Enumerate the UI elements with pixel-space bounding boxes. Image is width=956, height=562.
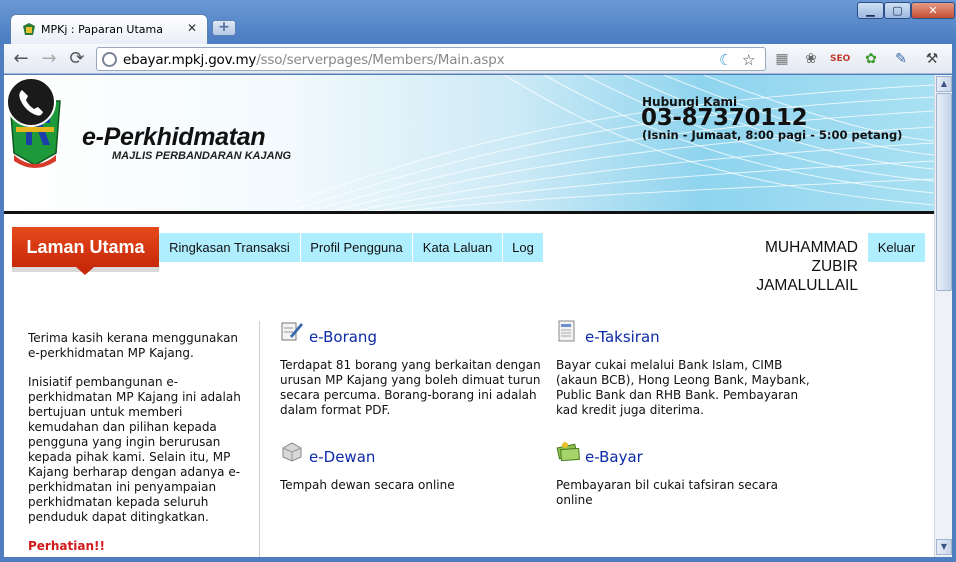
page-viewport: e-Perkhidmatan MAJLIS PERBANDARAN KAJANG… [4, 75, 934, 557]
browser-toolbar: ← → ⟳ ebayar.mpkj.gov.my/sso/serverpages… [4, 44, 952, 74]
nav-log[interactable]: Log [503, 233, 544, 262]
banner-divider [4, 211, 934, 214]
nav-home-pointer [76, 267, 94, 275]
e-taksiran-desc: Bayar cukai melalui Bank Islam, CIMB (ak… [556, 358, 810, 417]
logout-button[interactable]: Keluar [868, 233, 925, 262]
warning-label: Perhatian!! [28, 539, 105, 553]
url-text: ebayar.mpkj.gov.my/sso/serverpages/Membe… [123, 52, 505, 68]
eyedropper-icon[interactable]: ✎ [891, 49, 911, 69]
wrench-icon[interactable]: ⚒ [922, 49, 942, 69]
site-banner: e-Perkhidmatan MAJLIS PERBANDARAN KAJANG… [4, 75, 934, 213]
phone-icon [6, 77, 56, 127]
building-icon [282, 442, 302, 462]
nav-home[interactable]: Laman Utama [12, 227, 159, 267]
brand-subtitle: MAJLIS PERBANDARAN KAJANG [112, 150, 292, 162]
globe-icon [102, 52, 117, 67]
brand-title: e-Perkhidmatan [82, 123, 266, 151]
tab-close-icon[interactable]: ✕ [187, 21, 197, 35]
green-icon[interactable]: ✿ [861, 49, 881, 69]
form-pen-icon [281, 322, 303, 341]
intro-paragraph-1: Terima kasih kerana menggunakan e-perkhi… [28, 331, 239, 360]
e-bayar-link[interactable]: e-Bayar [585, 448, 643, 466]
browser-tab[interactable]: MPKj : Paparan Utama ✕ [10, 14, 208, 44]
column-divider [259, 321, 260, 557]
nav-kata-laluan[interactable]: Kata Laluan [413, 233, 503, 262]
moon-icon[interactable]: ☾ [719, 51, 732, 69]
contact-hours: (Isnin - Jumaat, 8:00 pagi - 5:00 petang… [642, 128, 903, 142]
e-borang-desc: Terdapat 81 borang yang berkaitan dengan… [280, 358, 541, 417]
scroll-down-arrow-icon[interactable]: ▼ [936, 539, 952, 555]
user-name: MUHAMMAD ZUBIR JAMALULLAIL [756, 239, 858, 294]
e-taksiran-link[interactable]: e-Taksiran [585, 328, 660, 346]
page-scrollbar[interactable]: ▲ ▼ [934, 75, 952, 557]
e-dewan-link[interactable]: e-Dewan [309, 448, 375, 466]
intro-text: Terima kasih kerana menggunakan e-perkhi… [28, 331, 242, 557]
scroll-up-arrow-icon[interactable]: ▲ [936, 76, 952, 92]
e-dewan-desc: Tempah dewan secara online [280, 478, 455, 492]
intro-paragraph-2: Inisiatif pembangunan e-perkhidmatan MP … [28, 375, 241, 524]
money-icon [556, 442, 580, 462]
maximize-button[interactable]: ▢ [884, 2, 911, 19]
close-window-button[interactable]: ✕ [911, 2, 955, 19]
seo-icon[interactable]: SEO [830, 49, 850, 69]
nav-ringkasan-transaksi[interactable]: Ringkasan Transaksi [159, 233, 301, 262]
site-favicon-icon [23, 23, 35, 35]
back-button[interactable]: ← [10, 48, 32, 70]
bookmark-star-icon[interactable]: ☆ [742, 51, 755, 69]
nav-profil-pengguna[interactable]: Profil Pengguna [301, 233, 413, 262]
tab-title: MPKj : Paparan Utama [41, 23, 163, 36]
puzzle-icon[interactable]: ❀ [801, 49, 821, 69]
reload-button[interactable]: ⟳ [66, 48, 88, 70]
scroll-thumb[interactable] [936, 93, 952, 291]
document-icon [558, 320, 575, 342]
e-borang-link[interactable]: e-Borang [309, 328, 377, 346]
minimize-button[interactable]: ▁ [857, 2, 884, 19]
forward-button[interactable]: → [38, 48, 60, 70]
address-bar[interactable]: ebayar.mpkj.gov.my/sso/serverpages/Membe… [96, 47, 766, 71]
apps-icon[interactable]: ▦ [772, 49, 792, 69]
new-tab-button[interactable]: + [212, 20, 236, 36]
e-bayar-desc: Pembayaran bil cukai tafsiran secara onl… [556, 478, 779, 507]
